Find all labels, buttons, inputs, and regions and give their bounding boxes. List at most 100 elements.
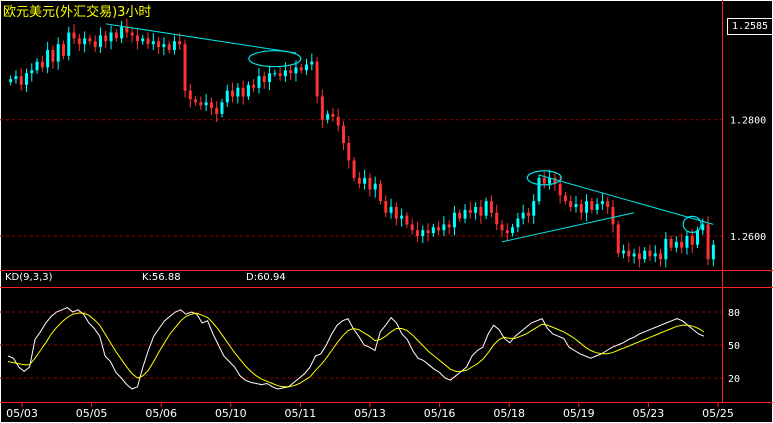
candle-body xyxy=(484,201,488,216)
candle-body xyxy=(278,73,282,77)
kd-tick-label: 20 xyxy=(728,374,740,385)
candle-body xyxy=(225,90,229,103)
candle-body xyxy=(574,204,578,207)
candle-body xyxy=(104,35,108,42)
kd-d-value: D:60.94 xyxy=(246,272,286,283)
date-tick-label: 05/16 xyxy=(424,407,456,420)
candle-body xyxy=(320,96,324,120)
date-tick-label: 05/05 xyxy=(76,407,108,420)
candle-body xyxy=(622,250,626,254)
candle-body xyxy=(648,250,652,257)
candle-body xyxy=(680,241,684,248)
candle-body xyxy=(30,70,34,74)
kd-k-line xyxy=(7,307,705,390)
candle-body xyxy=(363,177,367,184)
candle-body xyxy=(643,250,647,260)
candle-body xyxy=(283,70,287,77)
candle-body xyxy=(172,41,176,50)
date-tick-label: 05/06 xyxy=(145,407,177,420)
candle-body xyxy=(505,230,509,234)
candle-body xyxy=(479,206,483,216)
candle-body xyxy=(452,212,456,228)
candle-body xyxy=(299,67,303,71)
candle-body xyxy=(384,201,388,213)
candle-body xyxy=(500,224,504,231)
candle-body xyxy=(257,76,261,88)
upper-trendline-1 xyxy=(105,23,297,54)
candle-body xyxy=(600,201,604,205)
candle-body xyxy=(61,44,65,56)
candle-body xyxy=(135,35,139,42)
candle-body xyxy=(585,201,589,213)
candle-body xyxy=(305,64,309,71)
candle-body xyxy=(241,87,245,97)
candle-body xyxy=(109,32,113,42)
date-tick-label: 05/23 xyxy=(633,407,665,420)
candle-body xyxy=(405,215,409,225)
candle-body xyxy=(595,204,599,210)
candle-body xyxy=(526,212,530,216)
price-tick-label: 1.2600 xyxy=(730,232,766,243)
candle-body xyxy=(236,87,240,97)
candle-body xyxy=(315,61,319,97)
candle-body xyxy=(19,76,23,85)
candle-body xyxy=(151,41,155,45)
candle-body xyxy=(389,206,393,213)
candle-body xyxy=(199,102,203,106)
candle-body xyxy=(194,99,198,103)
kd-indicator-name: KD(9,3,3) xyxy=(5,272,53,283)
candle-body xyxy=(437,227,441,231)
candle-body xyxy=(415,230,419,237)
candle-body xyxy=(521,212,525,219)
candle-body xyxy=(357,177,361,184)
candle-body xyxy=(56,44,60,62)
date-tick-label: 05/18 xyxy=(493,407,525,420)
candle-body xyxy=(231,90,235,97)
candle-body xyxy=(516,218,520,228)
candle-body xyxy=(141,38,145,42)
candle-body xyxy=(706,224,710,260)
candle-body xyxy=(209,102,213,109)
candle-body xyxy=(336,116,340,126)
price-tick-label: 1.2800 xyxy=(730,116,766,127)
candle-body xyxy=(14,76,18,80)
candle-body xyxy=(474,206,478,213)
date-tick-label: 05/03 xyxy=(6,407,38,420)
trendline-annotations xyxy=(105,23,714,243)
candle-body xyxy=(664,238,668,260)
candle-body xyxy=(495,212,499,225)
candle-body xyxy=(378,183,382,202)
kd-d-line xyxy=(7,312,705,388)
candle-body xyxy=(616,224,620,254)
candle-body xyxy=(421,230,425,237)
candle-body xyxy=(167,44,171,50)
candle-body xyxy=(696,230,700,245)
candle-body xyxy=(294,67,298,74)
candle-body xyxy=(590,201,594,210)
candle-body xyxy=(310,61,314,65)
candle-body xyxy=(204,102,208,106)
chart-window: 1.2800 1.2600 80 50 20 05/03 05/05 05/06 05/10 05… xyxy=(0,0,773,423)
date-tick-label: 05/11 xyxy=(285,407,317,420)
chart-title: 欧元美元(外汇交易)3小时 xyxy=(3,5,152,20)
candle-body xyxy=(458,212,462,219)
chart-canvas[interactable]: 1.2800 1.2600 80 50 20 05/03 05/05 05/06 05/10 05… xyxy=(0,0,773,423)
candle-body xyxy=(685,236,689,248)
candle-body xyxy=(489,201,493,213)
candle-body xyxy=(262,76,266,82)
date-tick-label: 05/25 xyxy=(702,407,734,420)
candle-body xyxy=(347,143,351,161)
candle-body xyxy=(690,236,694,245)
date-tick-label: 05/19 xyxy=(563,407,595,420)
candle-body xyxy=(442,224,446,231)
kd-tick-label: 80 xyxy=(728,308,740,319)
candle-body xyxy=(447,224,451,228)
candle-body xyxy=(77,38,81,45)
candle-body xyxy=(331,113,335,117)
candle-body xyxy=(463,209,467,219)
date-tick-label: 05/13 xyxy=(354,407,386,420)
candle-body xyxy=(246,84,250,97)
candle-body xyxy=(72,32,76,39)
candle-body xyxy=(711,244,715,260)
candle-body xyxy=(35,61,39,71)
